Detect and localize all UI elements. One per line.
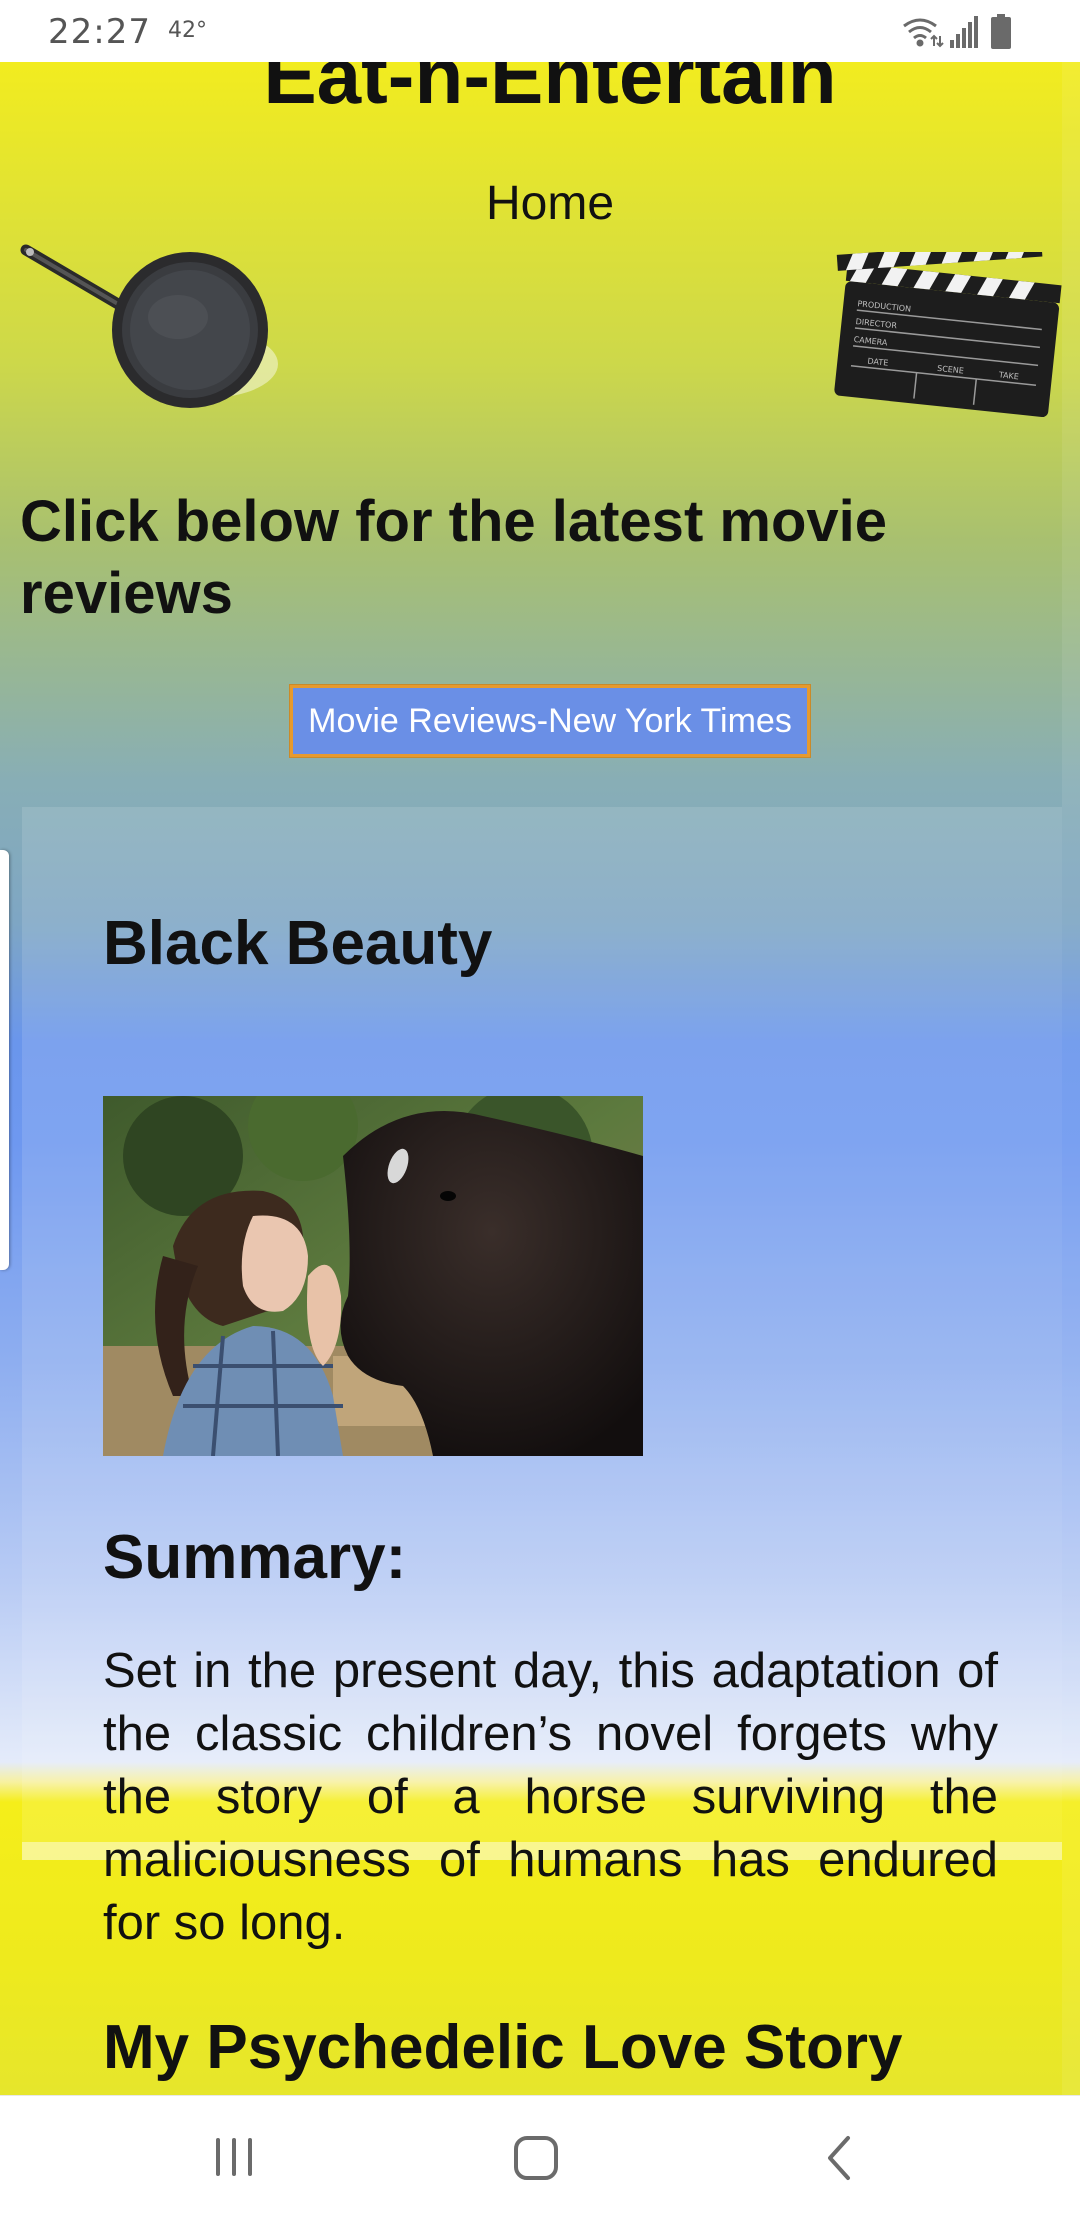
- back-icon[interactable]: [800, 2126, 880, 2190]
- status-temperature: 42°: [168, 18, 207, 43]
- movie-title: Black Beauty: [103, 909, 493, 978]
- movie-title: My Psychedelic Love Story: [103, 2013, 903, 2082]
- status-icons: [900, 12, 1030, 52]
- summary-text: Set in the present day, this adaptation …: [103, 1644, 998, 1950]
- promo-heading: Click below for the latest movie reviews: [20, 489, 887, 626]
- signal-icon: [950, 16, 978, 48]
- web-page: Eat-n-Entertain Home PRODUCTION DIRECTOR…: [0, 62, 1080, 2095]
- summary-heading: Summary:: [103, 1523, 407, 1592]
- battery-icon: [991, 14, 1011, 49]
- movie-reviews-button[interactable]: Movie Reviews-New York Times: [289, 684, 811, 758]
- status-bar: 22:27 42°: [0, 0, 1080, 62]
- edge-panel-handle[interactable]: [0, 850, 9, 1270]
- recent-apps-icon[interactable]: [194, 2126, 274, 2190]
- wifi-icon: [903, 18, 944, 48]
- home-icon[interactable]: [496, 2126, 576, 2190]
- status-time: 22:27: [48, 12, 151, 52]
- site-title: Eat-n-Entertain: [263, 62, 837, 120]
- clapperboard-icon: PRODUCTION DIRECTOR CAMERA DATE SCENE TA…: [830, 240, 1070, 422]
- frying-pan-icon: [18, 232, 278, 412]
- system-nav-bar: [0, 2095, 1080, 2220]
- movie-photo: [103, 1096, 643, 1456]
- nav-home-link[interactable]: Home: [0, 176, 1080, 231]
